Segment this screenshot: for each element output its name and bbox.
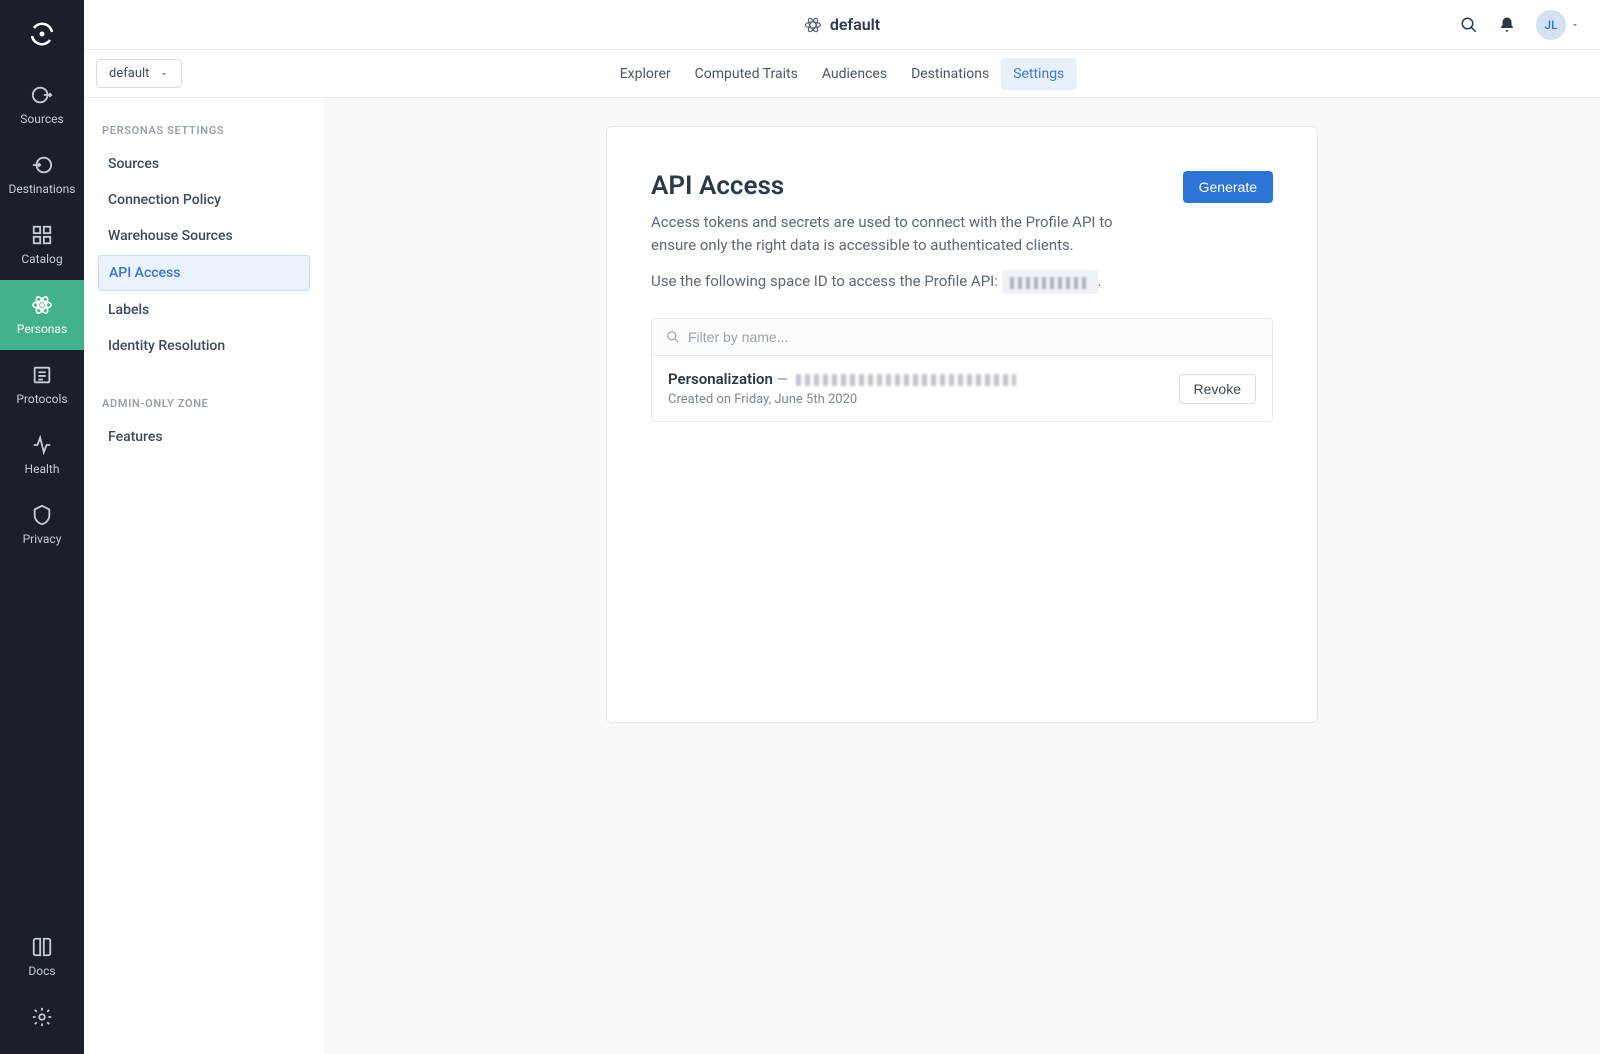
topbar: default JL [84,0,1600,50]
gear-icon [31,1006,53,1028]
list-icon [31,364,53,386]
token-created: Created on Friday, June 5th 2020 [668,392,1016,407]
tab-explorer[interactable]: Explorer [608,58,683,90]
nav-label: Health [25,462,60,476]
nav-label: Destinations [9,182,76,196]
user-menu[interactable]: JL [1536,10,1580,40]
nav-label: Privacy [23,532,62,546]
nav-docs[interactable]: Docs [0,922,84,992]
sidebar-item-api-access[interactable]: API Access [98,255,310,291]
page-description: Access tokens and secrets are used to co… [651,211,1159,256]
nav-sources[interactable]: Sources [0,70,84,140]
sidebar-item-identity-resolution[interactable]: Identity Resolution [98,329,310,363]
workspace-selector[interactable]: default [804,15,880,34]
sidebar-heading: ADMIN-ONLY ZONE [98,397,310,410]
api-access-card: API Access Access tokens and secrets are… [606,126,1318,723]
space-dropdown[interactable]: default [96,59,182,88]
grid-icon [31,224,53,246]
content-area: API Access Access tokens and secrets are… [324,98,1600,1054]
sidebar-item-features[interactable]: Features [98,420,310,454]
app-logo [26,18,58,50]
export-icon [31,84,53,106]
settings-sidebar: PERSONAS SETTINGS Sources Connection Pol… [84,98,324,1054]
nav-label: Docs [28,964,55,978]
token-list: Personalization — Created on Friday, Jun… [651,356,1273,422]
chevron-down-icon [1570,20,1580,30]
sidebar-item-connection-policy[interactable]: Connection Policy [98,183,310,217]
import-icon [31,154,53,176]
token-name: Personalization — [668,370,1016,388]
nav-protocols[interactable]: Protocols [0,350,84,420]
workspace-name: default [830,15,880,34]
tab-settings[interactable]: Settings [1001,58,1076,90]
book-icon [31,936,53,958]
atom-icon [31,294,53,316]
tab-computed-traits[interactable]: Computed Traits [683,58,810,90]
token-secret-redacted [796,374,1016,386]
nav-label: Sources [20,112,63,126]
personas-tabs: Explorer Computed Traits Audiences Desti… [608,58,1077,90]
search-icon [666,330,680,344]
left-nav-rail: Sources Destinations Catalog Personas Pr… [0,0,84,1054]
activity-icon [31,434,53,456]
nav-label: Catalog [21,252,62,266]
filter-input[interactable] [688,329,1258,345]
search-icon[interactable] [1460,16,1478,34]
tab-destinations[interactable]: Destinations [899,58,1001,90]
space-name: default [109,66,149,81]
sidebar-item-sources[interactable]: Sources [98,147,310,181]
bell-icon[interactable] [1498,16,1516,34]
chevron-down-icon [159,69,169,79]
generate-button[interactable]: Generate [1183,171,1273,203]
subheader: default Explorer Computed Traits Audienc… [84,50,1600,98]
shield-icon [31,504,53,526]
space-id-line: Use the following space ID to access the… [651,270,1273,294]
nav-destinations[interactable]: Destinations [0,140,84,210]
space-id-value[interactable] [1002,270,1098,294]
atom-icon [804,16,822,34]
nav-label: Protocols [16,392,67,406]
filter-bar [651,318,1273,356]
token-row: Personalization — Created on Friday, Jun… [652,356,1272,421]
sidebar-heading: PERSONAS SETTINGS [98,124,310,137]
nav-catalog[interactable]: Catalog [0,210,84,280]
revoke-button[interactable]: Revoke [1179,374,1256,404]
nav-label: Personas [17,322,67,336]
avatar: JL [1536,10,1566,40]
page-title: API Access [651,171,1159,201]
nav-settings[interactable] [0,992,84,1054]
nav-personas[interactable]: Personas [0,280,84,350]
nav-privacy[interactable]: Privacy [0,490,84,560]
tab-audiences[interactable]: Audiences [810,58,899,90]
nav-health[interactable]: Health [0,420,84,490]
sidebar-item-warehouse-sources[interactable]: Warehouse Sources [98,219,310,253]
sidebar-item-labels[interactable]: Labels [98,293,310,327]
